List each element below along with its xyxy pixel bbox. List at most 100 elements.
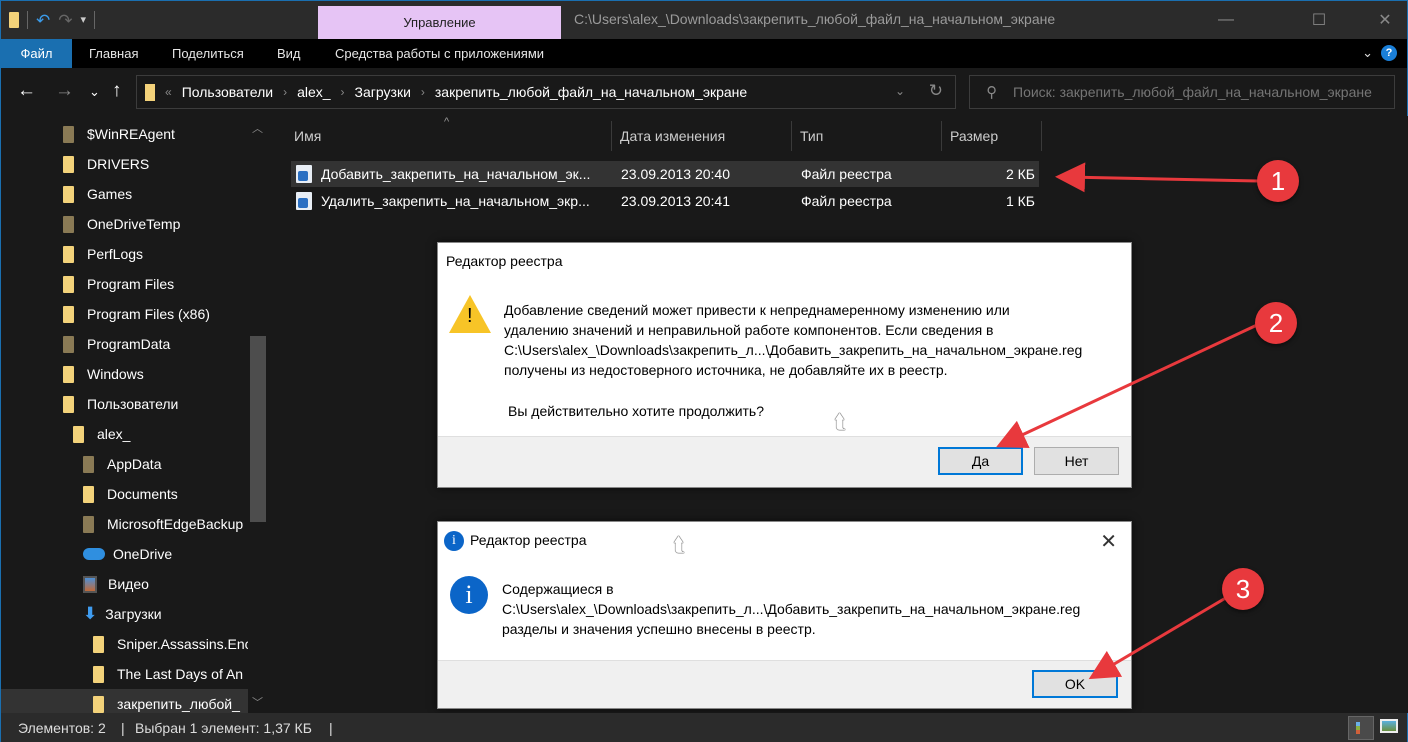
- search-icon: ⚲: [986, 84, 997, 101]
- registry-file-icon: [296, 165, 312, 183]
- file-row[interactable]: Удалить_закрепить_на_начальном_экр... 23…: [291, 188, 1039, 214]
- sidebar-item-label: закрепить_любой_: [117, 696, 240, 712]
- breadcrumb-separator[interactable]: ›: [421, 85, 425, 99]
- scroll-up-icon[interactable]: ︿: [252, 120, 263, 136]
- sidebar-item[interactable]: Видео: [83, 569, 149, 599]
- column-header-name[interactable]: Имя: [286, 121, 612, 151]
- sidebar-item[interactable]: ⬇ Загрузки: [83, 599, 162, 629]
- undo-icon[interactable]: ↶: [36, 12, 50, 29]
- file-name: Добавить_закрепить_на_начальном_эк...: [321, 166, 591, 182]
- chevron-down-icon[interactable]: ⌄: [1362, 45, 1373, 61]
- minimize-button[interactable]: —: [1203, 1, 1249, 39]
- folder-icon: [63, 335, 74, 353]
- sidebar-item[interactable]: Documents: [83, 479, 178, 509]
- folder-icon: [93, 665, 104, 683]
- sidebar-item-label: $WinREAgent: [87, 126, 175, 142]
- registry-confirm-dialog: Редактор реестра ! Добавление сведений м…: [437, 242, 1132, 488]
- back-button[interactable]: ←: [17, 81, 36, 100]
- dialog-message: Содержащиеся в C:\Users\alex_\Downloads\…: [502, 579, 1080, 639]
- sidebar-item-label: ProgramData: [87, 336, 171, 352]
- customize-qat-icon[interactable]: ▾: [81, 14, 87, 26]
- address-bar[interactable]: « Пользователи › alex_ › Загрузки › закр…: [136, 75, 956, 109]
- search-input[interactable]: [1013, 84, 1383, 100]
- sidebar-item-label: AppData: [107, 456, 162, 472]
- sidebar-item[interactable]: alex_: [73, 419, 130, 449]
- breadcrumb-users[interactable]: Пользователи: [182, 84, 273, 100]
- sidebar-item[interactable]: PerfLogs: [63, 239, 143, 269]
- title-bar: ↶ ↷ ▾ Управление C:\Users\alex_\Download…: [1, 1, 1407, 39]
- breadcrumb-separator[interactable]: ›: [341, 85, 345, 99]
- sidebar-item-label: Program Files: [87, 276, 175, 292]
- tab-app-tools[interactable]: Средства работы с приложениями: [335, 39, 544, 68]
- sidebar-item[interactable]: Program Files: [63, 269, 174, 299]
- folder-icon: [63, 245, 74, 263]
- sidebar-item[interactable]: Sniper.Assassins.Enc: [93, 629, 252, 659]
- message-line: получены из недостоверного источника, не…: [504, 362, 948, 378]
- tab-share[interactable]: Поделиться: [172, 39, 244, 68]
- file-type: Файл реестра: [801, 166, 892, 182]
- address-dropdown-icon[interactable]: ⌄: [895, 84, 905, 98]
- dialog-footer: Да Нет: [438, 436, 1131, 487]
- close-icon[interactable]: ✕: [1100, 529, 1117, 554]
- column-header-size[interactable]: Размер: [942, 121, 1042, 151]
- file-name: Удалить_закрепить_на_начальном_экр...: [321, 193, 590, 209]
- sidebar-item[interactable]: MicrosoftEdgeBackup: [83, 509, 243, 539]
- registry-file-icon: [296, 192, 312, 210]
- sidebar-item[interactable]: The Last Days of An: [93, 659, 243, 689]
- breadcrumb-downloads[interactable]: Загрузки: [355, 84, 411, 100]
- contextual-tab-manage[interactable]: Управление: [318, 6, 561, 39]
- refresh-icon[interactable]: ↻: [929, 81, 943, 101]
- mouse-cursor-icon: ⮬: [673, 534, 685, 556]
- scroll-down-icon[interactable]: ﹀: [252, 694, 263, 710]
- sidebar-item[interactable]: закрепить_любой_: [1, 689, 248, 713]
- column-header-date[interactable]: Дата изменения: [612, 121, 792, 151]
- sidebar-item[interactable]: AppData: [83, 449, 161, 479]
- details-view-button[interactable]: [1348, 716, 1374, 740]
- sidebar-item[interactable]: Windows: [63, 359, 144, 389]
- message-line: удалению значений и неправильной работе …: [504, 322, 994, 338]
- help-icon[interactable]: ?: [1381, 45, 1397, 61]
- sidebar-item[interactable]: OneDrive: [83, 539, 172, 569]
- sidebar-item[interactable]: OneDriveTemp: [63, 209, 180, 239]
- up-button[interactable]: ↑: [112, 81, 122, 100]
- sidebar-item[interactable]: Пользователи: [63, 389, 178, 419]
- sidebar-item[interactable]: DRIVERS: [63, 149, 149, 179]
- quick-access-toolbar: ↶ ↷ ▾: [9, 9, 96, 31]
- folder-icon: [63, 395, 74, 413]
- ok-button[interactable]: OK: [1032, 670, 1118, 698]
- sidebar-item[interactable]: ProgramData: [63, 329, 170, 359]
- recent-locations-button[interactable]: ⌄: [89, 85, 100, 98]
- file-date: 23.09.2013 20:41: [621, 193, 730, 209]
- scrollbar-thumb[interactable]: [250, 336, 266, 522]
- forward-button[interactable]: →: [55, 81, 74, 100]
- sidebar-item[interactable]: $WinREAgent: [63, 119, 175, 149]
- item-count: Элементов: 2: [18, 720, 106, 736]
- breadcrumb-current-folder[interactable]: закрепить_любой_файл_на_начальном_экране: [435, 84, 747, 100]
- breadcrumb-alex[interactable]: alex_: [297, 84, 330, 100]
- redo-icon[interactable]: ↷: [58, 12, 72, 29]
- file-size: 2 КБ: [1005, 166, 1035, 182]
- folder-icon: [145, 83, 155, 101]
- sidebar-item-label: Загрузки: [105, 606, 162, 622]
- dialog-footer: OK: [438, 660, 1131, 708]
- search-box[interactable]: ⚲: [969, 75, 1395, 109]
- navigation-pane-scrollbar[interactable]: ︿ ﹀: [248, 116, 268, 713]
- tab-view[interactable]: Вид: [277, 39, 301, 68]
- sidebar-item[interactable]: Program Files (x86): [63, 299, 210, 329]
- folder-icon: [63, 185, 74, 203]
- close-button[interactable]: ✕: [1362, 1, 1408, 39]
- selection-info: Выбран 1 элемент: 1,37 КБ: [135, 720, 312, 736]
- large-icons-view-button[interactable]: [1380, 719, 1398, 733]
- message-line: C:\Users\alex_\Downloads\закрепить_л...\…: [502, 601, 1081, 617]
- tab-home[interactable]: Главная: [89, 39, 138, 68]
- sidebar-item-label: Видео: [108, 576, 149, 592]
- sidebar-item[interactable]: Games: [63, 179, 132, 209]
- file-row[interactable]: Добавить_закрепить_на_начальном_эк... 23…: [291, 161, 1039, 187]
- breadcrumb-separator[interactable]: ›: [283, 85, 287, 99]
- yes-button[interactable]: Да: [938, 447, 1023, 475]
- breadcrumb-overflow[interactable]: «: [165, 85, 172, 99]
- column-header-type[interactable]: Тип: [792, 121, 942, 151]
- no-button[interactable]: Нет: [1034, 447, 1119, 475]
- maximize-button[interactable]: ☐: [1296, 1, 1342, 39]
- tab-file[interactable]: Файл: [1, 39, 72, 68]
